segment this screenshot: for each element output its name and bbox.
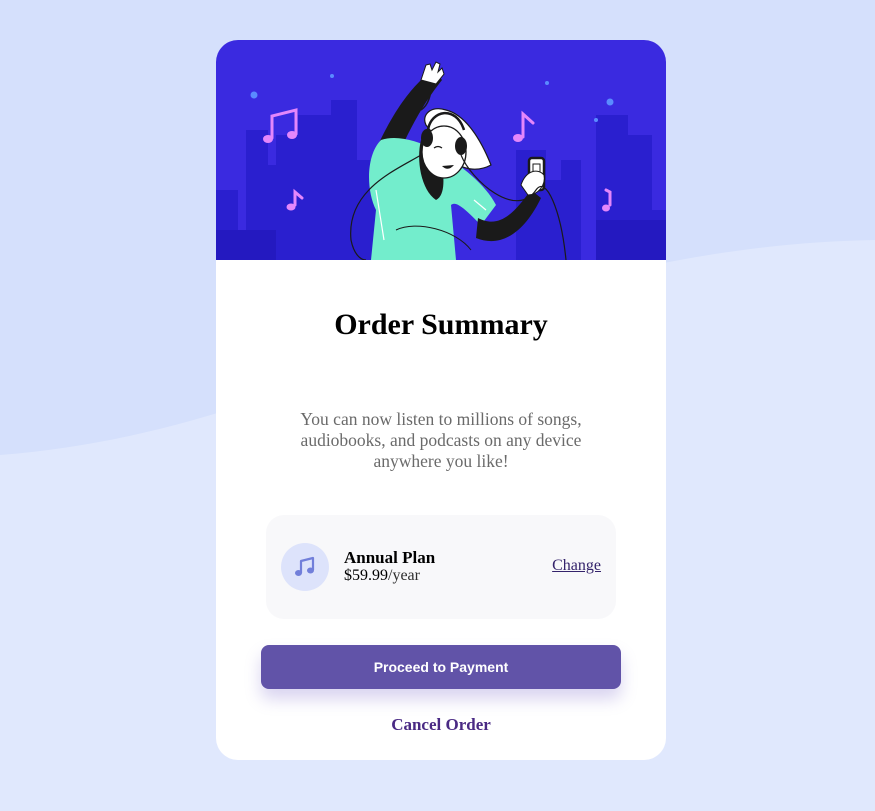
plan-price-amount: $59.99 <box>344 567 388 584</box>
proceed-to-payment-button[interactable]: Proceed to Payment <box>261 645 621 689</box>
plan-price: $59.99/year <box>344 567 420 585</box>
hero-illustration <box>216 40 666 260</box>
cancel-order-button[interactable]: Cancel Order <box>341 712 541 738</box>
order-description: You can now listen to millions of songs,… <box>300 409 582 471</box>
plan-summary: Annual Plan $59.99/year Change <box>266 515 616 619</box>
page-title: Order Summary <box>334 308 548 341</box>
music-note-icon <box>281 543 329 591</box>
plan-name: Annual Plan <box>344 548 436 567</box>
plan-price-period: /year <box>388 567 420 584</box>
order-summary-card: Order Summary You can now listen to mill… <box>216 40 666 760</box>
change-plan-link[interactable]: Change <box>552 557 601 575</box>
